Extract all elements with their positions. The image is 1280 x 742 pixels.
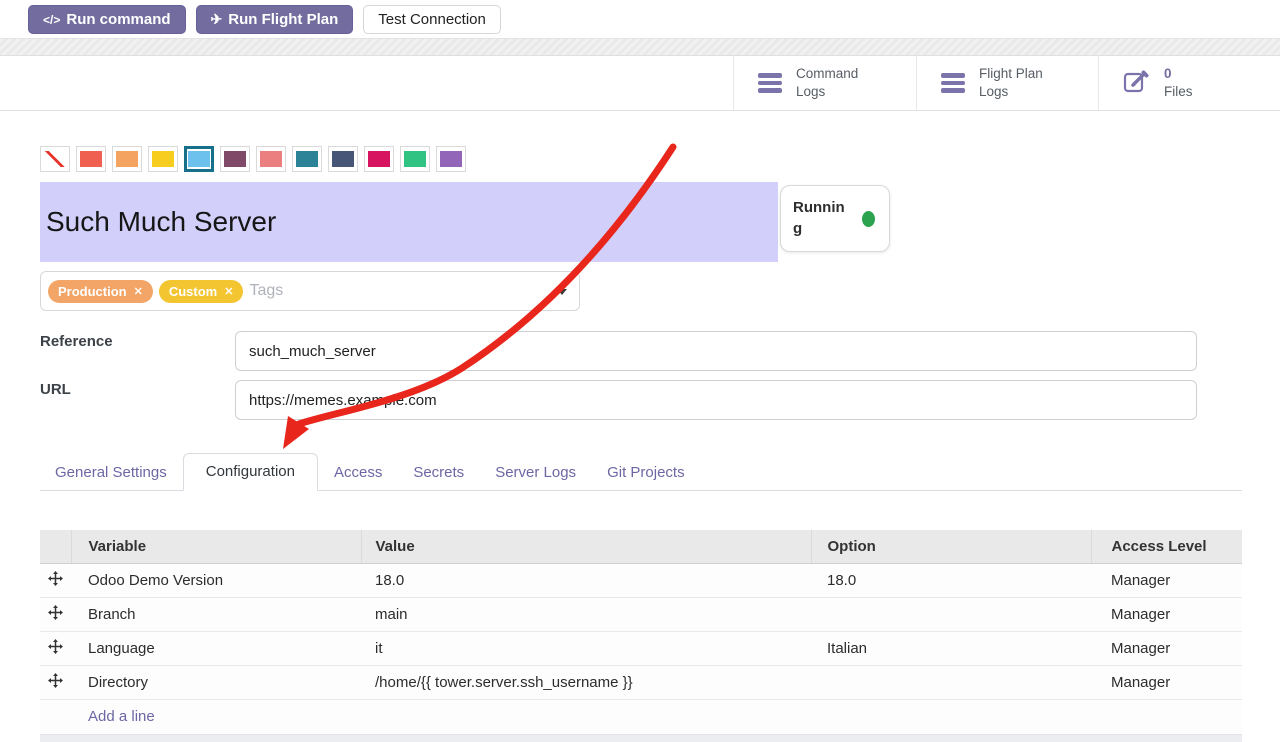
remove-tag-icon[interactable]: ✕: [224, 285, 233, 298]
color-swatch[interactable]: [328, 146, 358, 172]
cell-option[interactable]: [811, 665, 1091, 699]
table-row[interactable]: Odoo Demo Version 18.0 18.0 Manager: [40, 563, 1242, 597]
color-swatch[interactable]: [256, 146, 286, 172]
color-swatch[interactable]: [220, 146, 250, 172]
reference-input[interactable]: [235, 331, 1197, 371]
url-input[interactable]: [235, 380, 1197, 420]
textured-divider-strip: [0, 38, 1280, 56]
color-palette: [40, 146, 466, 172]
cell-variable[interactable]: Odoo Demo Version: [71, 563, 361, 597]
color-swatch[interactable]: [436, 146, 466, 172]
tab-configuration[interactable]: Configuration: [183, 453, 318, 491]
cell-option[interactable]: [811, 597, 1091, 631]
add-line-row: Add a line: [40, 699, 1242, 733]
cell-variable[interactable]: Branch: [71, 597, 361, 631]
command-logs-line2: Logs: [796, 84, 825, 99]
url-label: URL: [40, 381, 71, 398]
files-stat-button[interactable]: 0 Files: [1098, 56, 1280, 110]
list-icon: [941, 73, 965, 93]
option-column-header[interactable]: Option: [811, 530, 1091, 563]
flight-plan-logs-line1: Flight Plan: [979, 66, 1043, 81]
drag-handle-icon[interactable]: [40, 665, 71, 699]
cell-option[interactable]: 18.0: [811, 563, 1091, 597]
command-logs-line1: Command: [796, 66, 858, 81]
command-logs-stat-button[interactable]: Command Logs: [733, 56, 916, 110]
color-swatch[interactable]: [76, 146, 106, 172]
run-flight-plan-label: Run Flight Plan: [228, 11, 338, 28]
value-column-header[interactable]: Value: [361, 530, 811, 563]
status-running-dot: [862, 211, 875, 227]
color-swatch[interactable]: [292, 146, 322, 172]
code-icon: </>: [43, 13, 60, 27]
drag-handle-icon[interactable]: [40, 631, 71, 665]
page-title: Such Much Server: [46, 206, 276, 238]
tab-git-projects[interactable]: Git Projects: [592, 455, 700, 490]
edit-square-icon: [1123, 67, 1150, 99]
cell-access-level[interactable]: Manager: [1091, 563, 1242, 597]
remove-tag-icon[interactable]: ✕: [134, 285, 143, 298]
cell-value[interactable]: main: [361, 597, 811, 631]
configuration-table: Variable Value Option Access Level Odoo …: [40, 530, 1242, 733]
drag-handle-icon[interactable]: [40, 563, 71, 597]
cell-value[interactable]: it: [361, 631, 811, 665]
flight-plan-logs-stat-button[interactable]: Flight Plan Logs: [916, 56, 1098, 110]
variable-column-header[interactable]: Variable: [71, 530, 361, 563]
tab-access[interactable]: Access: [319, 455, 397, 490]
cell-value[interactable]: 18.0: [361, 563, 811, 597]
color-swatch[interactable]: [400, 146, 430, 172]
chevron-down-icon[interactable]: [557, 289, 567, 295]
tags-placeholder: Tags: [249, 282, 283, 300]
list-icon: [758, 73, 782, 93]
add-a-line-link[interactable]: Add a line: [71, 699, 1242, 733]
cell-access-level[interactable]: Manager: [1091, 665, 1242, 699]
test-connection-label: Test Connection: [378, 11, 486, 28]
tab-general-settings[interactable]: General Settings: [40, 455, 182, 490]
files-label: Files: [1164, 84, 1193, 99]
tags-field[interactable]: Production ✕ Custom ✕ Tags: [40, 271, 580, 311]
color-swatch-selected[interactable]: [184, 146, 214, 172]
table-row[interactable]: Language it Italian Manager: [40, 631, 1242, 665]
plane-icon: ✈: [211, 11, 223, 28]
top-action-bar: </> Run command ✈ Run Flight Plan Test C…: [28, 5, 501, 34]
tab-secrets[interactable]: Secrets: [398, 455, 479, 490]
record-title-block[interactable]: Such Much Server: [40, 182, 778, 262]
handle-column-header: [40, 530, 71, 563]
tag-production-label: Production: [58, 284, 127, 299]
tab-server-logs[interactable]: Server Logs: [480, 455, 591, 490]
flight-plan-logs-line2: Logs: [979, 84, 1008, 99]
stat-button-group: Command Logs Flight Plan Logs: [733, 56, 1280, 110]
color-swatch-none[interactable]: [40, 146, 70, 172]
access-level-column-header[interactable]: Access Level: [1091, 530, 1242, 563]
run-flight-plan-button[interactable]: ✈ Run Flight Plan: [196, 5, 354, 34]
status-widget[interactable]: Running: [780, 185, 890, 252]
drag-handle-icon[interactable]: [40, 597, 71, 631]
test-connection-button[interactable]: Test Connection: [363, 5, 501, 34]
cell-value[interactable]: /home/{{ tower.server.ssh_username }}: [361, 665, 811, 699]
run-command-button[interactable]: </> Run command: [28, 5, 186, 34]
reference-label: Reference: [40, 333, 113, 350]
tag-production[interactable]: Production ✕: [48, 280, 153, 303]
next-section-strip: [40, 734, 1242, 742]
cell-access-level[interactable]: Manager: [1091, 597, 1242, 631]
color-swatch[interactable]: [112, 146, 142, 172]
notebook-tabs: General Settings Configuration Access Se…: [40, 452, 1242, 491]
color-swatch[interactable]: [364, 146, 394, 172]
form-header-band: Command Logs Flight Plan Logs: [0, 56, 1280, 111]
cell-variable[interactable]: Directory: [71, 665, 361, 699]
annotation-arrow-head: [283, 416, 309, 449]
files-count: 0: [1164, 66, 1172, 81]
tag-custom[interactable]: Custom ✕: [159, 280, 244, 303]
run-command-label: Run command: [66, 11, 170, 28]
table-row[interactable]: Directory /home/{{ tower.server.ssh_user…: [40, 665, 1242, 699]
table-header-row: Variable Value Option Access Level: [40, 530, 1242, 563]
table-row[interactable]: Branch main Manager: [40, 597, 1242, 631]
tag-custom-label: Custom: [169, 284, 217, 299]
cell-option[interactable]: Italian: [811, 631, 1091, 665]
cell-variable[interactable]: Language: [71, 631, 361, 665]
status-label: Running: [793, 198, 845, 239]
color-swatch[interactable]: [148, 146, 178, 172]
cell-access-level[interactable]: Manager: [1091, 631, 1242, 665]
